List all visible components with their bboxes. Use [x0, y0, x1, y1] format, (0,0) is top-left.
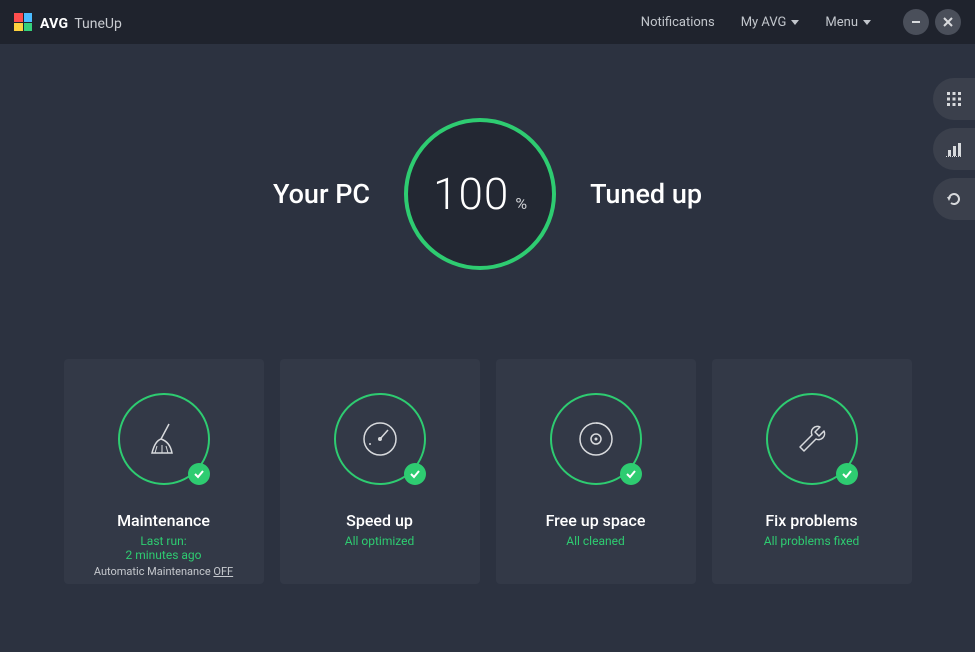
side-dock: [933, 78, 975, 220]
disk-icon: [574, 417, 618, 461]
tile-status: All cleaned: [566, 534, 625, 548]
hero-status: Your PC 100 % Tuned up: [0, 114, 975, 274]
tile-title: Speed up: [346, 511, 413, 530]
minimize-button[interactable]: [903, 9, 929, 35]
auto-maintenance-toggle[interactable]: OFF: [213, 565, 233, 578]
tile-status: All optimized: [345, 534, 415, 548]
maintenance-circle: [118, 393, 210, 485]
wrench-icon: [790, 417, 834, 461]
dock-stats-button[interactable]: [933, 128, 975, 170]
status-check-badge: [404, 463, 426, 485]
tile-maintenance[interactable]: Maintenance Last run: 2 minutes ago Auto…: [64, 359, 264, 584]
tile-title: Free up space: [546, 511, 646, 530]
close-icon: [942, 16, 954, 28]
freeup-circle: [550, 393, 642, 485]
gauge-percent-symbol: %: [515, 194, 527, 213]
check-icon: [193, 468, 205, 480]
my-avg-label: My AVG: [741, 15, 787, 30]
broom-icon: [144, 419, 184, 459]
avg-logo-icon: [14, 13, 32, 31]
feature-tiles: Maintenance Last run: 2 minutes ago Auto…: [0, 359, 975, 584]
grid-icon: [946, 91, 962, 107]
tile-free-up-space[interactable]: Free up space All cleaned: [496, 359, 696, 584]
titlebar: AVG TuneUp Notifications My AVG Menu: [0, 0, 975, 44]
brand-product: TuneUp: [74, 16, 122, 32]
check-icon: [409, 468, 421, 480]
tile-status: All problems fixed: [764, 534, 860, 548]
notifications-link[interactable]: Notifications: [641, 15, 715, 30]
chevron-down-icon: [791, 20, 799, 25]
health-gauge: 100 %: [400, 114, 560, 274]
dock-apps-button[interactable]: [933, 78, 975, 120]
hero-left-text: Your PC: [273, 178, 370, 210]
notifications-label: Notifications: [641, 15, 715, 30]
speedup-circle: [334, 393, 426, 485]
status-check-badge: [836, 463, 858, 485]
bar-chart-icon: [946, 141, 962, 157]
gauge-value: 100: [433, 168, 509, 220]
close-button[interactable]: [935, 9, 961, 35]
auto-maint-label: Automatic Maintenance: [94, 565, 214, 578]
undo-icon: [945, 190, 963, 208]
tile-speed-up[interactable]: Speed up All optimized: [280, 359, 480, 584]
brand-name: AVG: [40, 16, 68, 32]
check-icon: [625, 468, 637, 480]
fix-circle: [766, 393, 858, 485]
app-logo: AVG TuneUp: [14, 13, 122, 32]
status-check-badge: [188, 463, 210, 485]
dock-undo-button[interactable]: [933, 178, 975, 220]
maintenance-last-run-value: 2 minutes ago: [126, 548, 202, 562]
chevron-down-icon: [863, 20, 871, 25]
menu-label: Menu: [825, 15, 858, 30]
check-icon: [841, 468, 853, 480]
status-check-badge: [620, 463, 642, 485]
tile-title: Fix problems: [765, 511, 857, 530]
speedometer-icon: [358, 417, 402, 461]
hero-right-text: Tuned up: [590, 178, 702, 210]
my-avg-menu[interactable]: My AVG: [741, 15, 800, 30]
maintenance-last-run-label: Last run:: [140, 534, 186, 548]
tile-fix-problems[interactable]: Fix problems All problems fixed: [712, 359, 912, 584]
minimize-icon: [910, 16, 922, 28]
tile-title: Maintenance: [117, 511, 210, 530]
automatic-maintenance-line: Automatic Maintenance OFF: [94, 565, 233, 578]
main-menu[interactable]: Menu: [825, 15, 871, 30]
